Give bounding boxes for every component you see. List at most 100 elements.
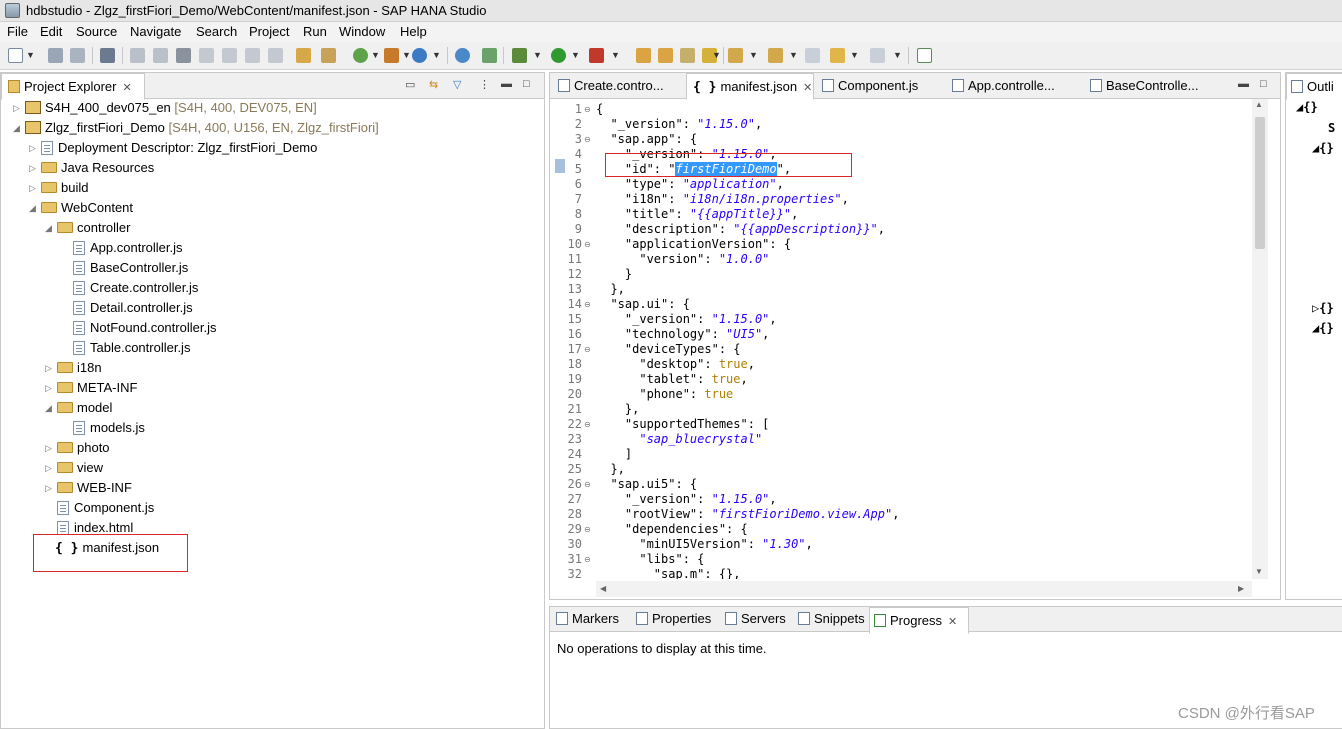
code-line[interactable]: "i18n": "i18n/i18n.properties",: [596, 192, 849, 207]
code-line[interactable]: "supportedThemes": [: [596, 417, 770, 432]
code-line[interactable]: "version": "1.0.0": [596, 252, 769, 267]
horizontal-scrollbar[interactable]: ◀ ▶: [596, 581, 1252, 597]
code-line[interactable]: "deviceTypes": {: [596, 342, 741, 357]
filter-icon[interactable]: ▽: [453, 78, 461, 91]
outline-node-icon[interactable]: ◢{}: [1312, 141, 1334, 155]
deploy-icon[interactable]: [482, 48, 497, 63]
chevron-up-icon[interactable]: ▲: [1255, 100, 1263, 109]
fold-toggle-icon[interactable]: ⊖: [584, 105, 591, 114]
tree-item-file[interactable]: App.controller.js: [73, 238, 183, 258]
open-type-icon[interactable]: [636, 48, 651, 63]
close-icon[interactable]: ✕: [803, 82, 812, 94]
menu-navigate[interactable]: Navigate: [130, 24, 181, 39]
code-line[interactable]: "applicationVersion": {: [596, 237, 791, 252]
tools-icon[interactable]: [384, 48, 399, 63]
chevron-down-icon[interactable]: ◢: [29, 198, 36, 218]
tab-markers[interactable]: Markers: [554, 606, 619, 632]
next-annotation-icon[interactable]: [728, 48, 743, 63]
maximize-icon[interactable]: □: [523, 78, 530, 90]
tree-item[interactable]: ▷ META-INF: [45, 378, 137, 398]
chevron-left-icon[interactable]: ◀: [600, 584, 606, 593]
new-icon[interactable]: [8, 48, 23, 63]
tab-outline[interactable]: Outli: [1286, 73, 1342, 100]
debug-icon[interactable]: [512, 48, 527, 63]
tree-item-file[interactable]: NotFound.controller.js: [73, 318, 216, 338]
chevron-down-icon[interactable]: ▼: [611, 50, 620, 60]
tree-item[interactable]: ▷ i18n: [45, 358, 102, 378]
tab-project-explorer[interactable]: Project Explorer ✕: [1, 73, 145, 100]
suspend-icon[interactable]: [153, 48, 168, 63]
tree-item-file[interactable]: BaseController.js: [73, 258, 188, 278]
menu-search[interactable]: Search: [196, 24, 237, 39]
code-line[interactable]: "_version": "1.15.0",: [596, 117, 762, 132]
tree-item[interactable]: ▷ WEB-INF: [45, 478, 132, 498]
resume-icon[interactable]: [130, 48, 145, 63]
tree-item[interactable]: ▷ build: [29, 178, 88, 198]
chevron-right-icon[interactable]: ▶: [1238, 584, 1244, 593]
step-over-icon[interactable]: [245, 48, 260, 63]
tree-item[interactable]: ▷ view: [45, 458, 103, 478]
menu-window[interactable]: Window: [339, 24, 385, 39]
menu-file[interactable]: File: [7, 24, 28, 39]
disconnect-icon[interactable]: [199, 48, 214, 63]
edit-icon[interactable]: [680, 48, 695, 63]
close-icon[interactable]: ✕: [948, 616, 957, 628]
globe-icon[interactable]: [455, 48, 470, 63]
code-line[interactable]: "sap.m": {},: [596, 567, 741, 579]
tree-item[interactable]: ▷ Java Resources: [29, 158, 154, 178]
code-line[interactable]: "minUI5Version": "1.30",: [596, 537, 812, 552]
tab-servers[interactable]: Servers: [723, 606, 786, 632]
chevron-right-icon[interactable]: ▷: [45, 458, 52, 478]
refresh-icon[interactable]: [412, 48, 427, 63]
code-line[interactable]: "_version": "1.15.0",: [596, 492, 777, 507]
code-line[interactable]: "sap.app": {: [596, 132, 697, 147]
tree-item[interactable]: ▷ Deployment Descriptor: Zlgz_firstFiori_…: [29, 138, 317, 158]
code-line[interactable]: "rootView": "firstFioriDemo.view.App",: [596, 507, 900, 522]
collapse-all-icon[interactable]: ▭: [405, 78, 415, 91]
link-editor-icon[interactable]: ⇆: [429, 78, 438, 91]
code-line[interactable]: "title": "{{appTitle}}",: [596, 207, 798, 222]
chevron-right-icon[interactable]: ▷: [29, 138, 36, 158]
code-line[interactable]: "tablet": true,: [596, 372, 747, 387]
chevron-down-icon[interactable]: ▼: [1255, 567, 1263, 576]
tree-item[interactable]: ▷ photo: [45, 438, 110, 458]
chevron-right-icon[interactable]: ▷: [29, 178, 36, 198]
tab-progress[interactable]: Progress ✕: [869, 607, 969, 634]
chevron-down-icon[interactable]: ▼: [789, 50, 798, 60]
menu-project[interactable]: Project: [249, 24, 289, 39]
tree-item-file[interactable]: models.js: [73, 418, 145, 438]
view-menu-icon[interactable]: ⋮: [479, 78, 490, 91]
last-edit-icon[interactable]: [805, 48, 820, 63]
code-line[interactable]: },: [596, 462, 624, 477]
outline-node-icon[interactable]: S: [1328, 121, 1335, 135]
chevron-down-icon[interactable]: ◢: [45, 398, 52, 418]
tree-item-file[interactable]: Table.controller.js: [73, 338, 190, 358]
code-line[interactable]: }: [596, 267, 632, 282]
menu-run[interactable]: Run: [303, 24, 327, 39]
run-icon[interactable]: [551, 48, 566, 63]
chevron-right-icon[interactable]: ▷: [13, 98, 20, 118]
chevron-down-icon[interactable]: ▼: [893, 50, 902, 60]
outline-node-icon[interactable]: ▷{}: [1312, 301, 1334, 315]
maximize-icon[interactable]: □: [1260, 78, 1267, 90]
tree-item[interactable]: ◢ controller: [45, 218, 130, 238]
code-line[interactable]: "type": "application",: [596, 177, 784, 192]
terminate-icon[interactable]: [176, 48, 191, 63]
tree-item-file[interactable]: Component.js: [57, 498, 154, 518]
fold-toggle-icon[interactable]: ⊖: [584, 555, 591, 564]
chevron-down-icon[interactable]: ▼: [712, 50, 721, 60]
open-perspective-icon[interactable]: [917, 48, 932, 63]
chevron-down-icon[interactable]: ▼: [850, 50, 859, 60]
chevron-down-icon[interactable]: ▼: [749, 50, 758, 60]
code-line[interactable]: {: [596, 102, 603, 117]
chevron-down-icon[interactable]: ▼: [571, 50, 580, 60]
code-line[interactable]: "desktop": true,: [596, 357, 755, 372]
chevron-down-icon[interactable]: ▼: [26, 50, 35, 60]
code-line[interactable]: },: [596, 402, 639, 417]
code-line[interactable]: "technology": "UI5",: [596, 327, 770, 342]
chevron-down-icon[interactable]: ▼: [402, 50, 411, 60]
code-line[interactable]: "libs": {: [596, 552, 704, 567]
back-icon[interactable]: [830, 48, 845, 63]
outline-node-icon[interactable]: ◢{}: [1312, 321, 1334, 335]
code-line[interactable]: "_version": "1.15.0",: [596, 312, 777, 327]
